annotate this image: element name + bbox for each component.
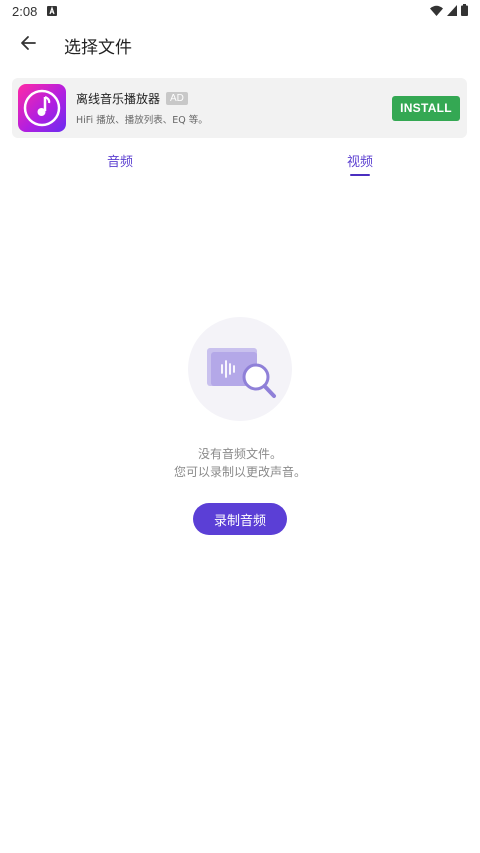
battery-icon <box>461 3 468 19</box>
arrow-left-icon <box>20 35 36 55</box>
status-time: 2:08 <box>12 3 38 19</box>
music-app-logo-icon <box>18 84 66 132</box>
ad-title: 离线音乐播放器 <box>76 92 161 106</box>
notification-a-icon <box>47 4 58 19</box>
empty-state-hint: 您可以录制以更改声音。 <box>173 465 306 479</box>
ad-subtitle: HiFi 播放、播放列表、EQ 等。 <box>76 115 208 126</box>
tab-bar: 音频 视频 <box>0 140 480 180</box>
page-title: 选择文件 <box>64 37 132 58</box>
install-button[interactable]: INSTALL <box>392 95 460 121</box>
empty-state-message: 没有音频文件。 <box>197 447 282 461</box>
empty-state-illustration <box>188 317 292 421</box>
tab-audio-label: 音频 <box>106 154 133 170</box>
tab-indicator <box>350 174 370 176</box>
tab-video-label: 视频 <box>346 154 373 170</box>
back-button[interactable] <box>0 22 56 68</box>
audio-search-icon <box>207 348 276 398</box>
status-bar: 2:08 <box>0 0 480 22</box>
app-bar: 选择文件 <box>0 22 480 68</box>
ad-banner[interactable]: 离线音乐播放器 AD HiFi 播放、播放列表、EQ 等。 INSTALL <box>12 78 467 138</box>
ad-badge: AD <box>166 92 188 105</box>
wifi-icon <box>430 4 443 19</box>
record-audio-button[interactable]: 录制音频 <box>193 503 287 535</box>
tab-audio[interactable]: 音频 <box>0 140 240 180</box>
tab-video[interactable]: 视频 <box>240 140 480 180</box>
signal-icon <box>447 4 457 19</box>
